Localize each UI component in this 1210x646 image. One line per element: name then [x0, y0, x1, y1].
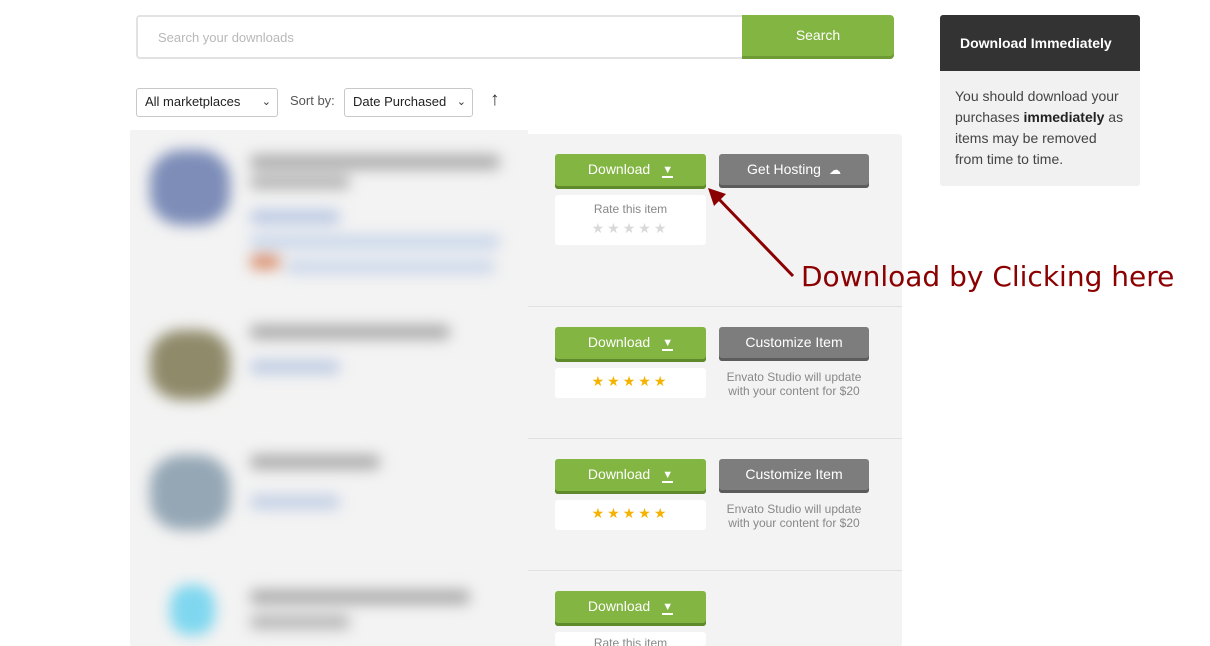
row-divider	[528, 306, 902, 307]
customize-item-label: Customize Item	[745, 334, 843, 350]
download-arrow-icon: ▼	[662, 164, 674, 178]
get-hosting-label: Get Hosting	[747, 161, 821, 177]
search-input[interactable]	[136, 15, 742, 59]
sort-select[interactable]: Date Purchased ⌄	[344, 88, 473, 117]
rating-box: Rate this item ★★★★★	[555, 195, 706, 245]
chevron-down-icon: ⌄	[261, 96, 271, 108]
star-rating-input[interactable]: ★★★★★	[555, 220, 706, 237]
download-button-label: Download	[587, 334, 651, 350]
marketplace-select[interactable]: All marketplaces ⌄	[136, 88, 278, 117]
rating-box: Rate this item	[555, 632, 706, 646]
sort-label: Sort by:	[290, 93, 335, 108]
search-button[interactable]: Search	[742, 15, 894, 59]
chevron-down-icon: ⌄	[456, 96, 466, 108]
marketplace-select-value: All marketplaces	[145, 94, 241, 109]
rating-box: ★★★★★	[555, 368, 706, 398]
row-divider	[528, 570, 902, 571]
sort-select-value: Date Purchased	[353, 94, 447, 109]
studio-note: Envato Studio will update with your cont…	[726, 370, 862, 398]
download-button-label: Download	[587, 598, 651, 614]
sidebar-notice: You should download your purchases immed…	[940, 71, 1140, 186]
star-rating[interactable]: ★★★★★	[555, 368, 706, 390]
arrow-up-icon[interactable]: ↑	[490, 89, 500, 111]
blurred-item-details	[130, 130, 528, 646]
customize-item-button[interactable]: Customize Item	[719, 459, 869, 493]
download-button[interactable]: Download ▼	[555, 459, 706, 494]
rate-item-label: Rate this item	[593, 202, 668, 216]
annotation-arrow-icon	[708, 188, 795, 278]
download-button[interactable]: Download ▼	[555, 154, 706, 189]
cloud-upload-icon: ☁	[828, 163, 841, 177]
row-divider	[528, 438, 902, 439]
rating-box: ★★★★★	[555, 500, 706, 530]
download-button-label: Download	[587, 161, 651, 177]
customize-item-button[interactable]: Customize Item	[719, 327, 869, 361]
download-button-label: Download	[587, 466, 651, 482]
download-button[interactable]: Download ▼	[555, 327, 706, 362]
download-arrow-icon: ▼	[662, 469, 674, 483]
studio-note: Envato Studio will update with your cont…	[726, 502, 862, 530]
rate-item-label: Rate this item	[593, 636, 668, 646]
download-arrow-icon: ▼	[662, 337, 674, 351]
sidebar-title: Download Immediately	[940, 15, 1140, 71]
annotation-text: Download by Clicking here	[801, 260, 1175, 293]
sidebar-text-bold: immediately	[1023, 109, 1105, 125]
download-button[interactable]: Download ▼	[555, 591, 706, 626]
download-arrow-icon: ▼	[662, 601, 674, 615]
star-rating[interactable]: ★★★★★	[555, 500, 706, 522]
customize-item-label: Customize Item	[745, 466, 843, 482]
